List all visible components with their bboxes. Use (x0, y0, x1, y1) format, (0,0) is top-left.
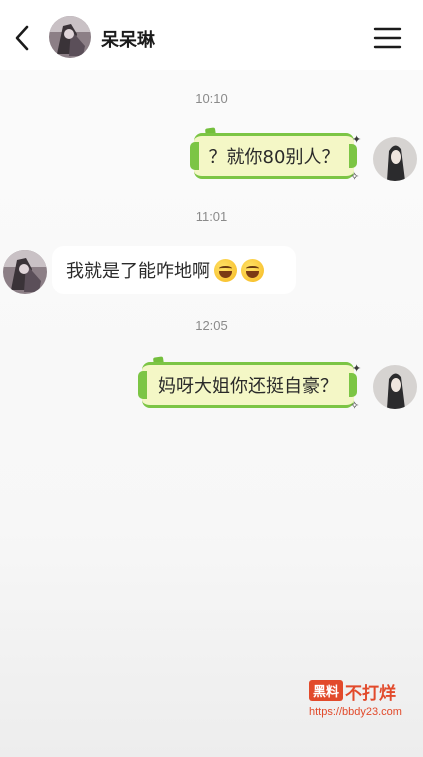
contact-message-bubble[interactable]: 我就是了能咋地啊 (52, 246, 296, 294)
laughing-emoji-icon (241, 258, 264, 282)
message-text: ？就你80别人？ (208, 147, 340, 168)
sparkle-icon: ✧ (350, 170, 360, 183)
sparkle-icon: ✧ (350, 399, 360, 412)
watermark-name: 不打烊 (345, 684, 397, 704)
message-timestamp: 12:05 (195, 318, 228, 333)
sparkle-icon: ✦ (352, 133, 362, 146)
back-button[interactable] (8, 22, 36, 54)
my-avatar[interactable] (373, 137, 417, 181)
menu-button[interactable] (372, 25, 404, 51)
contact-avatar[interactable] (3, 250, 47, 294)
watermark-badge: 黑料 (309, 680, 344, 701)
laughing-emoji-icon (214, 258, 237, 282)
my-avatar[interactable] (373, 365, 417, 409)
watermark: 黑料 不打烊 https://bbdy23.com (309, 679, 415, 718)
message-timestamp: 11:01 (195, 209, 228, 224)
my-message-bubble[interactable]: 妈呀大姐你还挺自豪？ (138, 362, 357, 408)
my-message-bubble[interactable]: ？就你80别人？ (190, 133, 357, 179)
hamburger-menu-icon (373, 27, 402, 49)
message-timestamp: 10:10 (195, 91, 228, 106)
message-text: 妈呀大姐你还挺自豪？ (158, 376, 338, 397)
chat-header: 呆呆琳 (0, 0, 423, 70)
watermark-url: https://bbdy23.com (309, 706, 402, 718)
message-text: 我就是了能咋地啊 (66, 261, 210, 282)
sparkle-icon: ✦ (352, 362, 362, 375)
chevron-left-icon (15, 25, 29, 51)
contact-avatar[interactable] (49, 16, 91, 58)
contact-name: 呆呆琳 (101, 30, 155, 51)
